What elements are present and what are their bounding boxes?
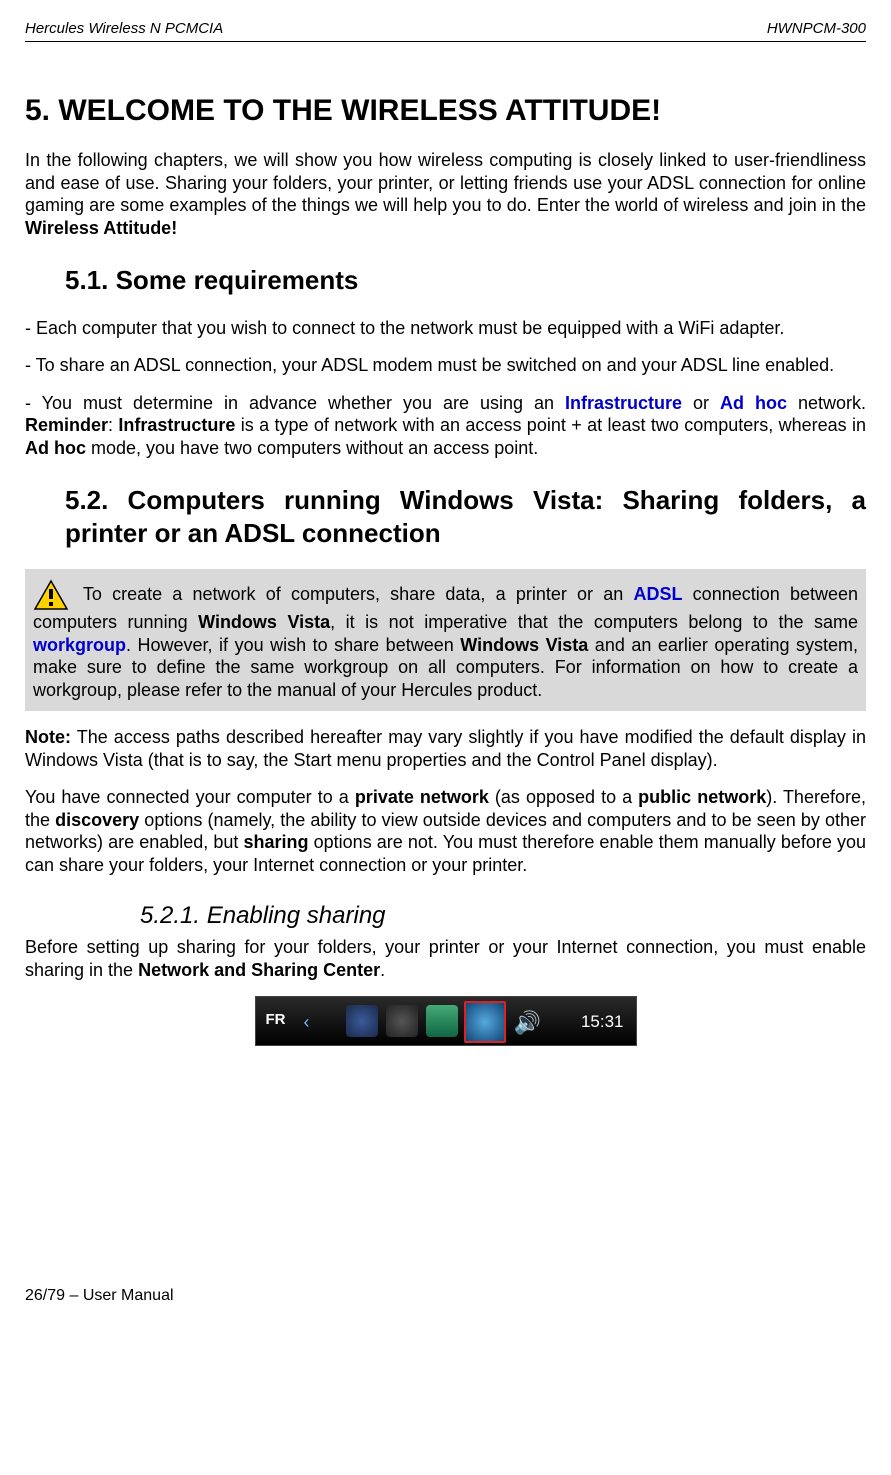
language-indicator: FR — [266, 1011, 286, 1030]
intro-paragraph: In the following chapters, we will show … — [25, 149, 866, 239]
chapter-heading: 5. WELCOME TO THE WIRELESS ATTITUDE! — [25, 92, 866, 130]
volume-icon: 🔊 — [514, 1009, 541, 1037]
clock: 15:31 — [581, 1011, 624, 1032]
note-paragraph: Note: The access paths described hereaft… — [25, 726, 866, 771]
section-5-1-heading: 5.1. Some requirements — [65, 264, 866, 297]
infrastructure-link[interactable]: Infrastructure — [565, 393, 682, 413]
warning-icon — [33, 579, 69, 611]
taskbar-screenshot: FR ‹ 🔊 15:31 — [255, 996, 637, 1046]
adsl-link[interactable]: ADSL — [633, 584, 682, 604]
tray-expand-icon: ‹ — [304, 1011, 310, 1034]
tray-icon — [346, 1005, 378, 1037]
ad-hoc-link[interactable]: Ad hoc — [720, 393, 787, 413]
requirement-1: - Each computer that you wish to connect… — [25, 317, 866, 340]
enabling-sharing-paragraph: Before setting up sharing for your folde… — [25, 936, 866, 981]
requirement-3: - You must determine in advance whether … — [25, 392, 866, 460]
requirement-2: - To share an ADSL connection, your ADSL… — [25, 354, 866, 377]
network-center-icon — [464, 1001, 506, 1043]
network-paragraph: You have connected your computer to a pr… — [25, 786, 866, 876]
warning-box: To create a network of computers, share … — [25, 569, 866, 711]
section-5-2-heading: 5.2. Computers running Windows Vista: Sh… — [65, 484, 866, 549]
page-footer: 26/79 – User Manual — [25, 1286, 866, 1306]
tray-icon — [386, 1005, 418, 1037]
page-header: Hercules Wireless N PCMCIA HWNPCM-300 — [25, 20, 866, 42]
header-left: Hercules Wireless N PCMCIA — [25, 20, 223, 39]
header-right: HWNPCM-300 — [767, 20, 866, 39]
workgroup-link[interactable]: workgroup — [33, 635, 126, 655]
tray-icon — [426, 1005, 458, 1037]
subsection-5-2-1-heading: 5.2.1. Enabling sharing — [140, 901, 866, 931]
